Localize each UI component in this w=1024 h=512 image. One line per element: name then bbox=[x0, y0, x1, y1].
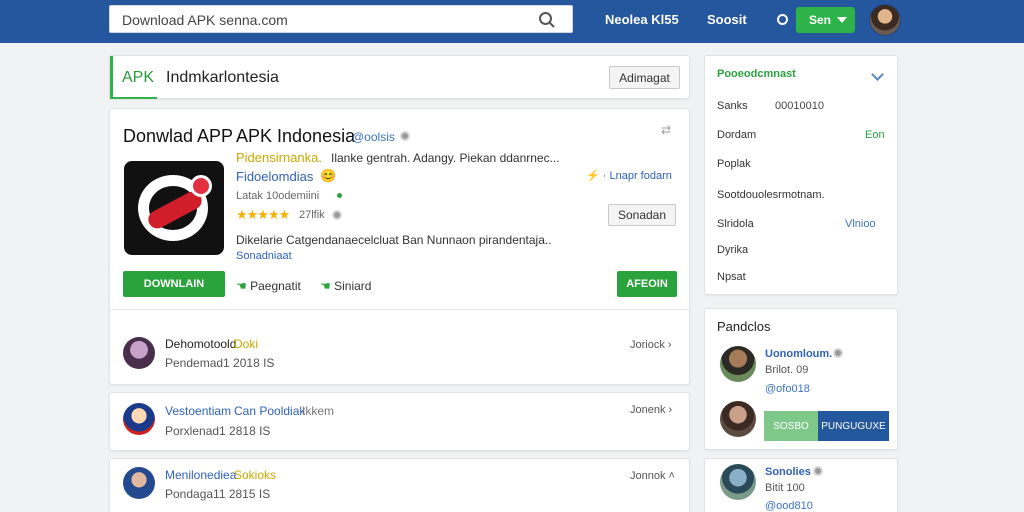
card-divider bbox=[110, 309, 689, 310]
app-detail-card: Donwlad APP APK Indonesia @oolsis ⇄ Pide… bbox=[109, 108, 690, 385]
person-avatar[interactable] bbox=[720, 464, 756, 500]
info-value: Eon bbox=[865, 129, 885, 141]
app-tagline: Ilanke gentrah. Adangy. Piekan ddanrnec.… bbox=[331, 151, 560, 165]
info-value: 00010010 bbox=[775, 100, 824, 112]
breadcrumb-apk[interactable]: APK bbox=[122, 69, 154, 87]
sidebar-people-card: Pandclos Uonomloum. Brilot. 09 @ofo018 S… bbox=[704, 308, 898, 450]
list-item-tag: Doki bbox=[234, 337, 259, 351]
rating-count: 27lfik bbox=[299, 209, 325, 221]
list-item-action[interactable]: Jonenk › bbox=[630, 404, 672, 416]
top-link-1[interactable]: Neolea Kl55 bbox=[605, 12, 679, 27]
list-card: Vestoentiam Can Pooldiak Ikkem Porxlenad… bbox=[109, 392, 690, 451]
list-item-name[interactable]: Menilonediea bbox=[165, 468, 236, 482]
app-description-link[interactable]: Sonadniaat bbox=[236, 250, 292, 262]
person-name[interactable]: Sonolies bbox=[765, 466, 811, 478]
developer-emoji-icon: 😊 bbox=[320, 168, 337, 183]
info-label: Dyrika bbox=[717, 244, 749, 256]
list-item-name[interactable]: Vestoentiam bbox=[165, 404, 231, 418]
info-label: Sanks bbox=[717, 100, 748, 112]
list-item-action[interactable]: Jonnok ˄ bbox=[630, 470, 675, 482]
list-avatar bbox=[123, 337, 155, 369]
search-icon[interactable] bbox=[538, 11, 556, 29]
action-link-2[interactable]: ☚ Siniard bbox=[320, 279, 371, 293]
rating-stars: ★★★★★ bbox=[236, 207, 290, 222]
list-item-meta: Pendemad1 2018 IS bbox=[165, 356, 275, 370]
list-item-name[interactable]: Dehomotoold bbox=[165, 337, 236, 351]
sidebar-people-card-2: Sonolies Bitit 100 @ood810 bbox=[704, 458, 898, 512]
person-avatar[interactable] bbox=[720, 401, 756, 437]
app-title-left: Donwlad APP bbox=[123, 126, 234, 146]
chevron-right-icon: › bbox=[668, 404, 673, 416]
thumb-icon-2: ☚ bbox=[320, 279, 331, 293]
notification-icon[interactable] bbox=[777, 14, 788, 25]
person-avatar[interactable] bbox=[720, 346, 756, 382]
list-item-action-label: Jonenk bbox=[630, 404, 666, 416]
download-button[interactable]: DOWNLAIN bbox=[123, 271, 225, 297]
action-link-1[interactable]: ☚ Paegnatit bbox=[236, 279, 301, 293]
action-link-1-label: Paegnatit bbox=[250, 279, 301, 293]
secondary-green-button[interactable]: AFEOIN bbox=[617, 271, 677, 297]
info-label: Poplak bbox=[717, 158, 751, 170]
app-description: Dikelarie Catgendanaecelcluat Ban Nunnao… bbox=[236, 233, 552, 247]
list-item-action-label: Jonnok bbox=[630, 470, 666, 482]
app-subinfo: Latak 10odemiini bbox=[236, 190, 320, 202]
person-handle[interactable]: @ofo018 bbox=[765, 383, 810, 395]
rating-info-icon bbox=[332, 210, 342, 220]
app-icon bbox=[124, 161, 224, 255]
info-label: Slridola bbox=[717, 218, 754, 230]
person-meta: Bitit 100 bbox=[765, 482, 805, 494]
user-avatar[interactable] bbox=[869, 4, 901, 36]
chevron-down-icon[interactable] bbox=[871, 68, 884, 81]
list-avatar bbox=[123, 403, 155, 435]
app-tagline-highlight: Pidensirnanka. bbox=[236, 150, 322, 165]
action-link-2-label: Siniard bbox=[334, 279, 372, 293]
person-handle[interactable]: @ood810 bbox=[765, 500, 813, 512]
chevron-right-icon: › bbox=[667, 339, 672, 351]
sidebar-info-header: Pooeodcmnast bbox=[717, 68, 796, 80]
segment-button-1[interactable]: SOSBO bbox=[764, 411, 818, 441]
sidebar-people-title: Pandclos bbox=[717, 319, 771, 334]
list-item-meta: Porxlenad1 2818 IS bbox=[165, 424, 271, 438]
list-item-meta: Pondaga11 2815 IS bbox=[165, 487, 271, 501]
app-title-right: APK Indonesia bbox=[236, 126, 356, 146]
sidebar-info-card: Pooeodcmnast Sanks 00010010 Dordam Eon P… bbox=[704, 55, 898, 295]
app-side-button[interactable]: Sonadan bbox=[608, 204, 676, 226]
online-dot-icon bbox=[337, 193, 342, 198]
breadcrumb-button[interactable]: Adimagat bbox=[609, 66, 680, 89]
breadcrumb-bar: APK Indmkarlontesia Adimagat bbox=[109, 55, 690, 99]
app-link-right[interactable]: ⚡ · Lnapr fodarn bbox=[586, 169, 672, 182]
info-icon bbox=[400, 131, 410, 141]
thumb-icon: ☚ bbox=[236, 279, 247, 293]
verified-handle[interactable]: @oolsis bbox=[352, 130, 395, 144]
search-input[interactable] bbox=[122, 10, 522, 30]
top-navigation-bar: Neolea Kl55 Soosit Sen bbox=[0, 0, 1024, 43]
list-item-action[interactable]: Joriock › bbox=[630, 339, 672, 351]
person-info-icon bbox=[833, 348, 843, 358]
search-box[interactable] bbox=[109, 5, 573, 33]
list-item-tag: Ikkem bbox=[302, 404, 335, 418]
app-icon-badge bbox=[190, 175, 212, 197]
person-name[interactable]: Uonomloum. bbox=[765, 348, 832, 360]
top-dropdown-button[interactable]: Sen bbox=[796, 7, 855, 33]
top-dropdown-label: Sen bbox=[809, 13, 832, 27]
list-item-name-secondary[interactable]: Can Pooldiak bbox=[234, 404, 305, 418]
info-label: Dordam bbox=[717, 129, 757, 141]
share-icon[interactable]: ⇄ bbox=[661, 123, 671, 137]
segment-button-2[interactable]: PUNGUGUXE bbox=[818, 411, 889, 441]
list-item-tag: Sokioks bbox=[234, 468, 277, 482]
app-developer[interactable]: Fidoelomdias bbox=[236, 169, 313, 184]
person-meta: Brilot. 09 bbox=[765, 364, 809, 376]
info-value[interactable]: Vlnioo bbox=[845, 218, 876, 230]
list-avatar bbox=[123, 467, 155, 499]
list-item-action-label: Joriock bbox=[630, 339, 665, 351]
top-link-2[interactable]: Soosit bbox=[707, 12, 747, 27]
info-label: Sootdouolesrmotnam. bbox=[717, 189, 825, 201]
list-card: Menilonediea Sokioks Pondaga11 2815 IS J… bbox=[109, 458, 690, 512]
person-info-icon bbox=[813, 466, 823, 476]
chevron-up-icon: ˄ bbox=[668, 470, 675, 482]
breadcrumb-title: Indmkarlontesia bbox=[166, 69, 279, 86]
info-label: Npsat bbox=[717, 271, 746, 283]
chevron-down-icon bbox=[837, 17, 847, 23]
